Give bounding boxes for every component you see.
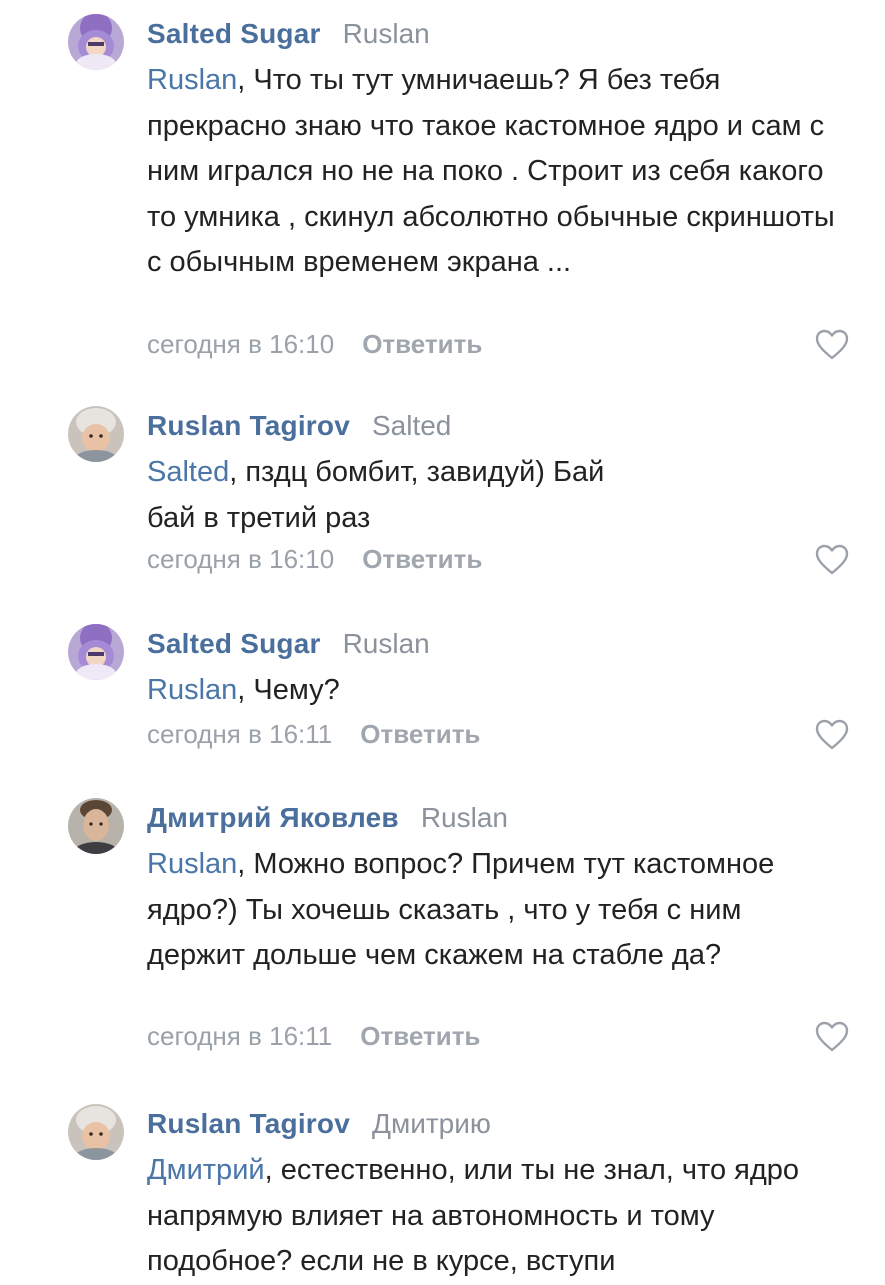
- reply-button[interactable]: Ответить: [362, 329, 482, 360]
- comment-meta: сегодня в 16:11 Ответить: [147, 716, 480, 752]
- reply-to-name[interactable]: Ruslan: [343, 628, 430, 660]
- purple-hooded-avatar: [68, 624, 124, 680]
- comment-header: Salted Sugar Ruslan: [147, 18, 430, 54]
- comment-body: , Чему?: [237, 674, 340, 706]
- comment-item: Дмитрий Яковлев Ruslan Ruslan, Можно воп…: [0, 784, 885, 1084]
- avatar[interactable]: [68, 624, 124, 680]
- comment-text: Ruslan, Что ты тут умничаешь? Я без тебя…: [147, 58, 847, 286]
- mention-link[interactable]: Ruslan: [147, 674, 237, 706]
- author-name[interactable]: Ruslan Tagirov: [147, 1108, 350, 1140]
- heart-outline-icon[interactable]: [815, 329, 849, 361]
- comment-item: Ruslan Tagirov Salted Salted, пздц бомби…: [0, 392, 885, 592]
- comment-time: сегодня в 16:11: [147, 1020, 333, 1051]
- comment-thread: Salted Sugar Ruslan Ruslan, Что ты тут у…: [0, 0, 885, 1280]
- comment-header: Salted Sugar Ruslan: [147, 628, 430, 664]
- comment-item: Salted Sugar Ruslan Ruslan, Чему? сегодн…: [0, 610, 885, 770]
- comment-body: , Можно вопрос? Причем тут кастомное ядр…: [147, 848, 775, 971]
- author-name[interactable]: Ruslan Tagirov: [147, 410, 350, 442]
- mention-link[interactable]: Salted: [147, 456, 229, 488]
- man-photo-avatar: [68, 798, 124, 854]
- avatar[interactable]: [68, 798, 124, 854]
- comment-header: Дмитрий Яковлев Ruslan: [147, 802, 508, 838]
- comment-header: Ruslan Tagirov Salted: [147, 410, 451, 446]
- reply-to-name[interactable]: Ruslan: [343, 18, 430, 50]
- author-name[interactable]: Salted Sugar: [147, 628, 321, 660]
- avatar[interactable]: [68, 1104, 124, 1160]
- comment-time: сегодня в 16:11: [147, 718, 333, 749]
- comment-text: Ruslan, Можно вопрос? Причем тут кастомн…: [147, 842, 847, 979]
- comment-meta: сегодня в 16:11 Ответить: [147, 1018, 480, 1054]
- comment-time: сегодня в 16:10: [147, 328, 335, 359]
- comment-header: Ruslan Tagirov Дмитрию: [147, 1108, 491, 1144]
- comment-text: Salted, пздц бомбит, завидуй) Бай бай в …: [147, 450, 627, 541]
- comment-body: , Что ты тут умничаешь? Я без тебя прекр…: [147, 64, 835, 278]
- reply-to-name[interactable]: Дмитрию: [372, 1108, 491, 1140]
- comment-text: Дмитрий, естественно, или ты не знал, чт…: [147, 1148, 847, 1285]
- author-name[interactable]: Дмитрий Яковлев: [147, 802, 399, 834]
- mention-link[interactable]: Ruslan: [147, 848, 237, 880]
- mention-link[interactable]: Дмитрий: [147, 1154, 265, 1186]
- avatar[interactable]: [68, 406, 124, 462]
- avatar[interactable]: [68, 14, 124, 70]
- baby-photo-avatar: [68, 1104, 124, 1160]
- reply-button[interactable]: Ответить: [362, 544, 482, 575]
- author-name[interactable]: Salted Sugar: [147, 18, 321, 50]
- comment-item: Salted Sugar Ruslan Ruslan, Что ты тут у…: [0, 0, 885, 380]
- heart-outline-icon[interactable]: [815, 544, 849, 576]
- heart-outline-icon[interactable]: [815, 719, 849, 751]
- comment-item: Ruslan Tagirov Дмитрию Дмитрий, естестве…: [0, 1090, 885, 1280]
- purple-hooded-avatar: [68, 14, 124, 70]
- comment-text: Ruslan, Чему?: [147, 668, 847, 714]
- reply-button[interactable]: Ответить: [360, 1021, 480, 1052]
- comment-time: сегодня в 16:10: [147, 543, 335, 574]
- heart-outline-icon[interactable]: [815, 1021, 849, 1053]
- baby-photo-avatar: [68, 406, 124, 462]
- comment-meta: сегодня в 16:10 Ответить: [147, 541, 482, 577]
- comment-meta: сегодня в 16:10 Ответить: [147, 326, 482, 362]
- mention-link[interactable]: Ruslan: [147, 64, 237, 96]
- reply-button[interactable]: Ответить: [360, 719, 480, 750]
- reply-to-name[interactable]: Salted: [372, 410, 451, 442]
- reply-to-name[interactable]: Ruslan: [421, 802, 508, 834]
